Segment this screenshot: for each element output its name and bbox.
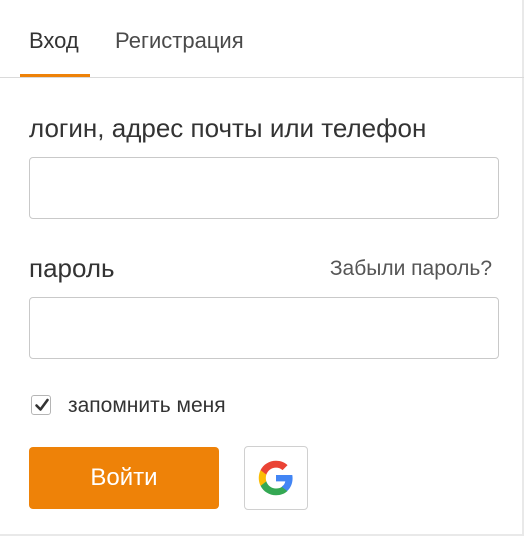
- password-input[interactable]: [29, 297, 499, 359]
- active-tab-indicator: [20, 74, 90, 77]
- login-field-label: логин, адрес почты или телефон: [29, 113, 427, 143]
- tab-login[interactable]: Вход: [29, 28, 79, 54]
- tab-registration[interactable]: Регистрация: [115, 28, 244, 54]
- google-icon: [258, 460, 293, 496]
- tab-bar: Вход Регистрация: [0, 0, 524, 78]
- login-input[interactable]: [29, 157, 499, 219]
- login-button[interactable]: Войти: [29, 447, 219, 509]
- google-login-button[interactable]: [244, 446, 308, 510]
- checkmark-icon: [35, 398, 49, 411]
- remember-me-checkbox[interactable]: [31, 395, 51, 415]
- password-field-label: пароль: [29, 253, 115, 283]
- remember-me-label: запомнить меня: [68, 394, 226, 417]
- forgot-password-link[interactable]: Забыли пароль?: [330, 256, 492, 282]
- login-card: Вход Регистрация логин, адрес почты или …: [0, 0, 524, 536]
